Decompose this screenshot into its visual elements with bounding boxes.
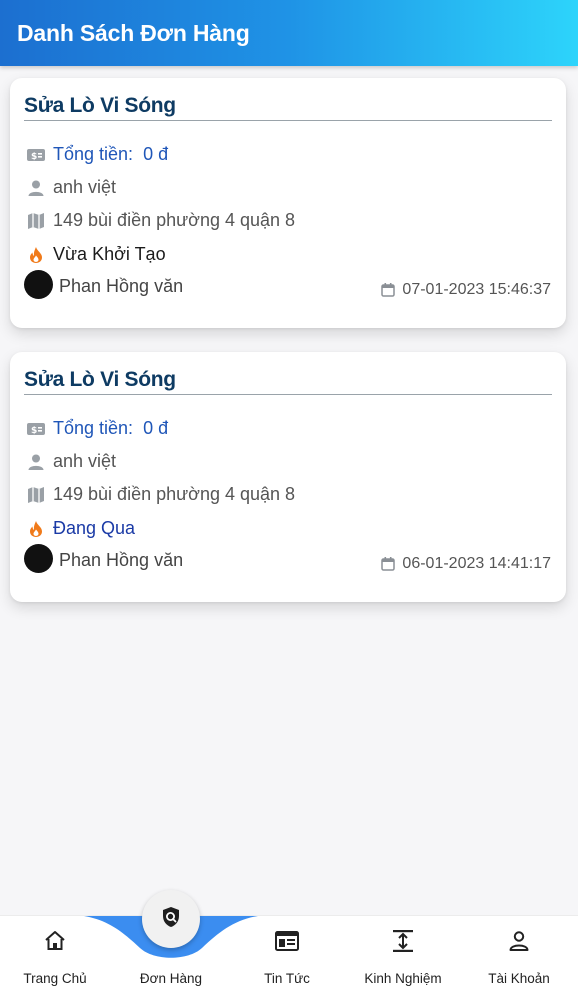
nav-item-news[interactable]: Tin Tức: [232, 928, 342, 986]
order-card[interactable]: Sửa Lò Vi Sóng $ Tổng tiền: 0 đ anh việt…: [10, 78, 566, 328]
avatar: [24, 544, 53, 573]
experience-icon: [390, 928, 416, 954]
svg-text:$: $: [31, 152, 37, 162]
order-total-value: 0 đ: [143, 418, 169, 438]
fire-icon: [26, 245, 46, 265]
order-status: Đang Qua: [53, 518, 136, 538]
calendar-icon: [380, 556, 396, 572]
fire-icon: [26, 519, 46, 539]
news-icon: [274, 928, 300, 954]
staff-name: Phan Hồng văn: [59, 550, 184, 570]
home-icon: [42, 928, 68, 954]
order-address-row: 149 bùi điền phường 4 quận 8: [26, 484, 295, 505]
person-icon: [26, 178, 46, 198]
order-customer-row: anh việt: [26, 451, 116, 472]
order-total-label: Tổng tiền:: [53, 418, 134, 438]
nav-label: Tài Khoản: [488, 971, 550, 986]
order-address: 149 bùi điền phường 4 quận 8: [53, 484, 296, 504]
order-address: 149 bùi điền phường 4 quận 8: [53, 210, 296, 230]
order-datetime: 06-01-2023 14:41:17: [402, 555, 551, 572]
svg-text:$: $: [31, 426, 37, 436]
order-customer: anh việt: [53, 177, 117, 197]
order-customer-row: anh việt: [26, 177, 116, 198]
order-staff: Phan Hồng văn: [24, 544, 184, 573]
staff-name: Phan Hồng văn: [59, 276, 184, 296]
nav-item-experience[interactable]: Kinh Nghiệm: [348, 928, 458, 986]
nav-label: Tin Tức: [264, 971, 310, 986]
order-total-label: Tổng tiền:: [53, 144, 134, 164]
order-status-row: Đang Qua: [26, 518, 135, 539]
nav-item-home[interactable]: Trang Chủ: [0, 928, 110, 986]
order-total-value: 0 đ: [143, 144, 169, 164]
nav-label: Đơn Hàng: [139, 971, 203, 986]
order-date: 06-01-2023 14:41:17: [380, 555, 551, 573]
person-icon: [26, 452, 46, 472]
order-customer: anh việt: [53, 451, 117, 471]
nav-item-orders[interactable]: Đơn Hàng: [116, 928, 226, 986]
nav-label: Trang Chủ: [23, 971, 87, 986]
order-status-row: Vừa Khởi Tạo: [26, 244, 166, 265]
order-date: 07-01-2023 15:46:37: [380, 281, 551, 299]
bottom-nav: Trang Chủ Đơn Hàng Tin Tức Kinh Nghiệm T…: [0, 890, 578, 1000]
map-icon: [26, 485, 46, 505]
order-status: Vừa Khởi Tạo: [53, 244, 166, 264]
order-total-row: $ Tổng tiền: 0 đ: [26, 144, 168, 165]
order-total-row: $ Tổng tiền: 0 đ: [26, 418, 168, 439]
order-datetime: 07-01-2023 15:46:37: [402, 281, 551, 298]
order-address-row: 149 bùi điền phường 4 quận 8: [26, 210, 295, 231]
map-icon: [26, 211, 46, 231]
order-title: Sửa Lò Vi Sóng: [24, 94, 552, 121]
order-staff: Phan Hồng văn: [24, 270, 184, 299]
money-icon: $: [26, 419, 46, 439]
calendar-icon: [380, 282, 396, 298]
order-title: Sửa Lò Vi Sóng: [24, 368, 552, 395]
order-card[interactable]: Sửa Lò Vi Sóng $ Tổng tiền: 0 đ anh việt…: [10, 352, 566, 602]
account-icon: [506, 928, 532, 954]
app-header: Danh Sách Đơn Hàng: [0, 0, 578, 66]
money-icon: $: [26, 145, 46, 165]
nav-item-account[interactable]: Tài Khoản: [464, 928, 574, 986]
nav-label: Kinh Nghiệm: [364, 971, 442, 986]
page-title: Danh Sách Đơn Hàng: [17, 19, 250, 46]
avatar: [24, 270, 53, 299]
